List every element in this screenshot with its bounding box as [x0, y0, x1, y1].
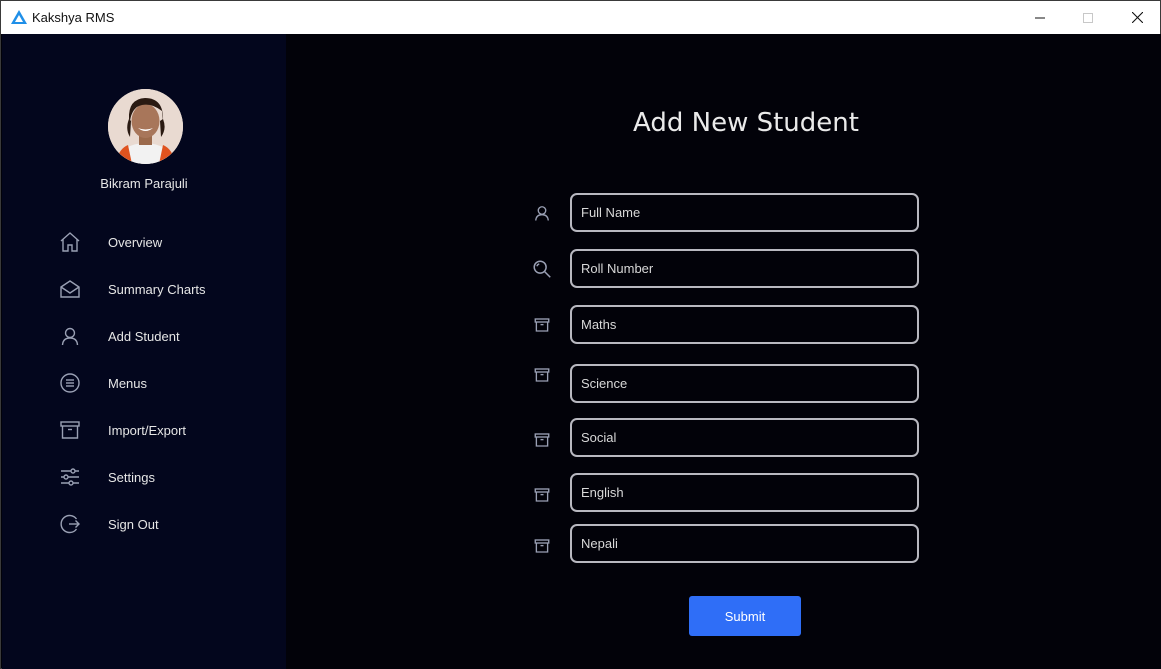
roll-number-input[interactable]: [570, 249, 919, 288]
app-window: Kakshya RMS Bikram Parajuli Overview Sum…: [0, 0, 1161, 669]
sliders-icon: [57, 464, 83, 490]
user-icon: [531, 202, 553, 224]
science-row: [531, 364, 921, 403]
sidebar-item-import-export[interactable]: Import/Export: [57, 415, 277, 445]
maximize-button[interactable]: [1065, 1, 1111, 34]
list-circle-icon: [57, 370, 83, 396]
sidebar-item-label: Add Student: [108, 328, 180, 344]
social-input[interactable]: [570, 418, 919, 457]
envelope-icon: [57, 276, 83, 302]
science-input[interactable]: [570, 364, 919, 403]
minimize-button[interactable]: [1017, 1, 1063, 34]
archive-icon: [531, 429, 553, 451]
sidebar-item-label: Overview: [108, 234, 163, 250]
archive-icon: [531, 484, 553, 506]
title-bar: Kakshya RMS: [1, 1, 1160, 34]
archive-icon: [531, 364, 553, 386]
sidebar-item-label: Sign Out: [108, 516, 159, 532]
sidebar-item-sign-out[interactable]: Sign Out: [57, 509, 277, 539]
nepali-input[interactable]: [570, 524, 919, 563]
sidebar-item-overview[interactable]: Overview: [57, 227, 277, 257]
roll-number-row: [531, 249, 921, 288]
sidebar-item-label: Summary Charts: [108, 281, 206, 297]
user-icon: [57, 323, 83, 349]
sidebar-item-label: Import/Export: [108, 422, 187, 438]
search-icon: [531, 258, 553, 280]
maximize-icon: [1083, 12, 1093, 23]
sidebar-item-settings[interactable]: Settings: [57, 462, 277, 492]
sidebar-item-label: Settings: [108, 469, 155, 485]
sidebar-item-menus[interactable]: Menus: [57, 368, 277, 398]
english-row: [531, 473, 921, 512]
archive-icon: [531, 314, 553, 336]
submit-button[interactable]: Submit: [689, 596, 801, 636]
home-icon: [57, 229, 83, 255]
sidebar-item-add-student[interactable]: Add Student: [57, 321, 277, 351]
avatar-image: [108, 89, 183, 164]
sidebar-item-label: Menus: [108, 375, 148, 391]
english-input[interactable]: [570, 473, 919, 512]
close-button[interactable]: [1114, 1, 1160, 34]
app-logo-icon: [11, 10, 27, 24]
user-name: Bikram Parajuli: [100, 176, 188, 191]
archive-icon: [57, 417, 83, 443]
sign-out-icon: [57, 511, 83, 537]
social-row: [531, 418, 921, 457]
window-title: Kakshya RMS: [32, 10, 115, 25]
archive-icon: [531, 535, 553, 557]
sidebar: Bikram Parajuli Overview Summary Charts …: [2, 34, 286, 669]
full-name-row: [531, 193, 921, 232]
maths-row: [531, 305, 921, 344]
nepali-row: [531, 524, 921, 563]
page-title: Add New Student: [633, 108, 859, 138]
main-content: Add New Student Full Name Roll Number Ma…: [286, 34, 1161, 669]
sidebar-item-summary-charts[interactable]: Summary Charts: [57, 274, 277, 304]
minimize-icon: [1035, 17, 1045, 18]
full-name-input[interactable]: [570, 193, 919, 232]
maths-input[interactable]: [570, 305, 919, 344]
avatar[interactable]: [108, 89, 183, 164]
close-icon: [1131, 12, 1143, 23]
